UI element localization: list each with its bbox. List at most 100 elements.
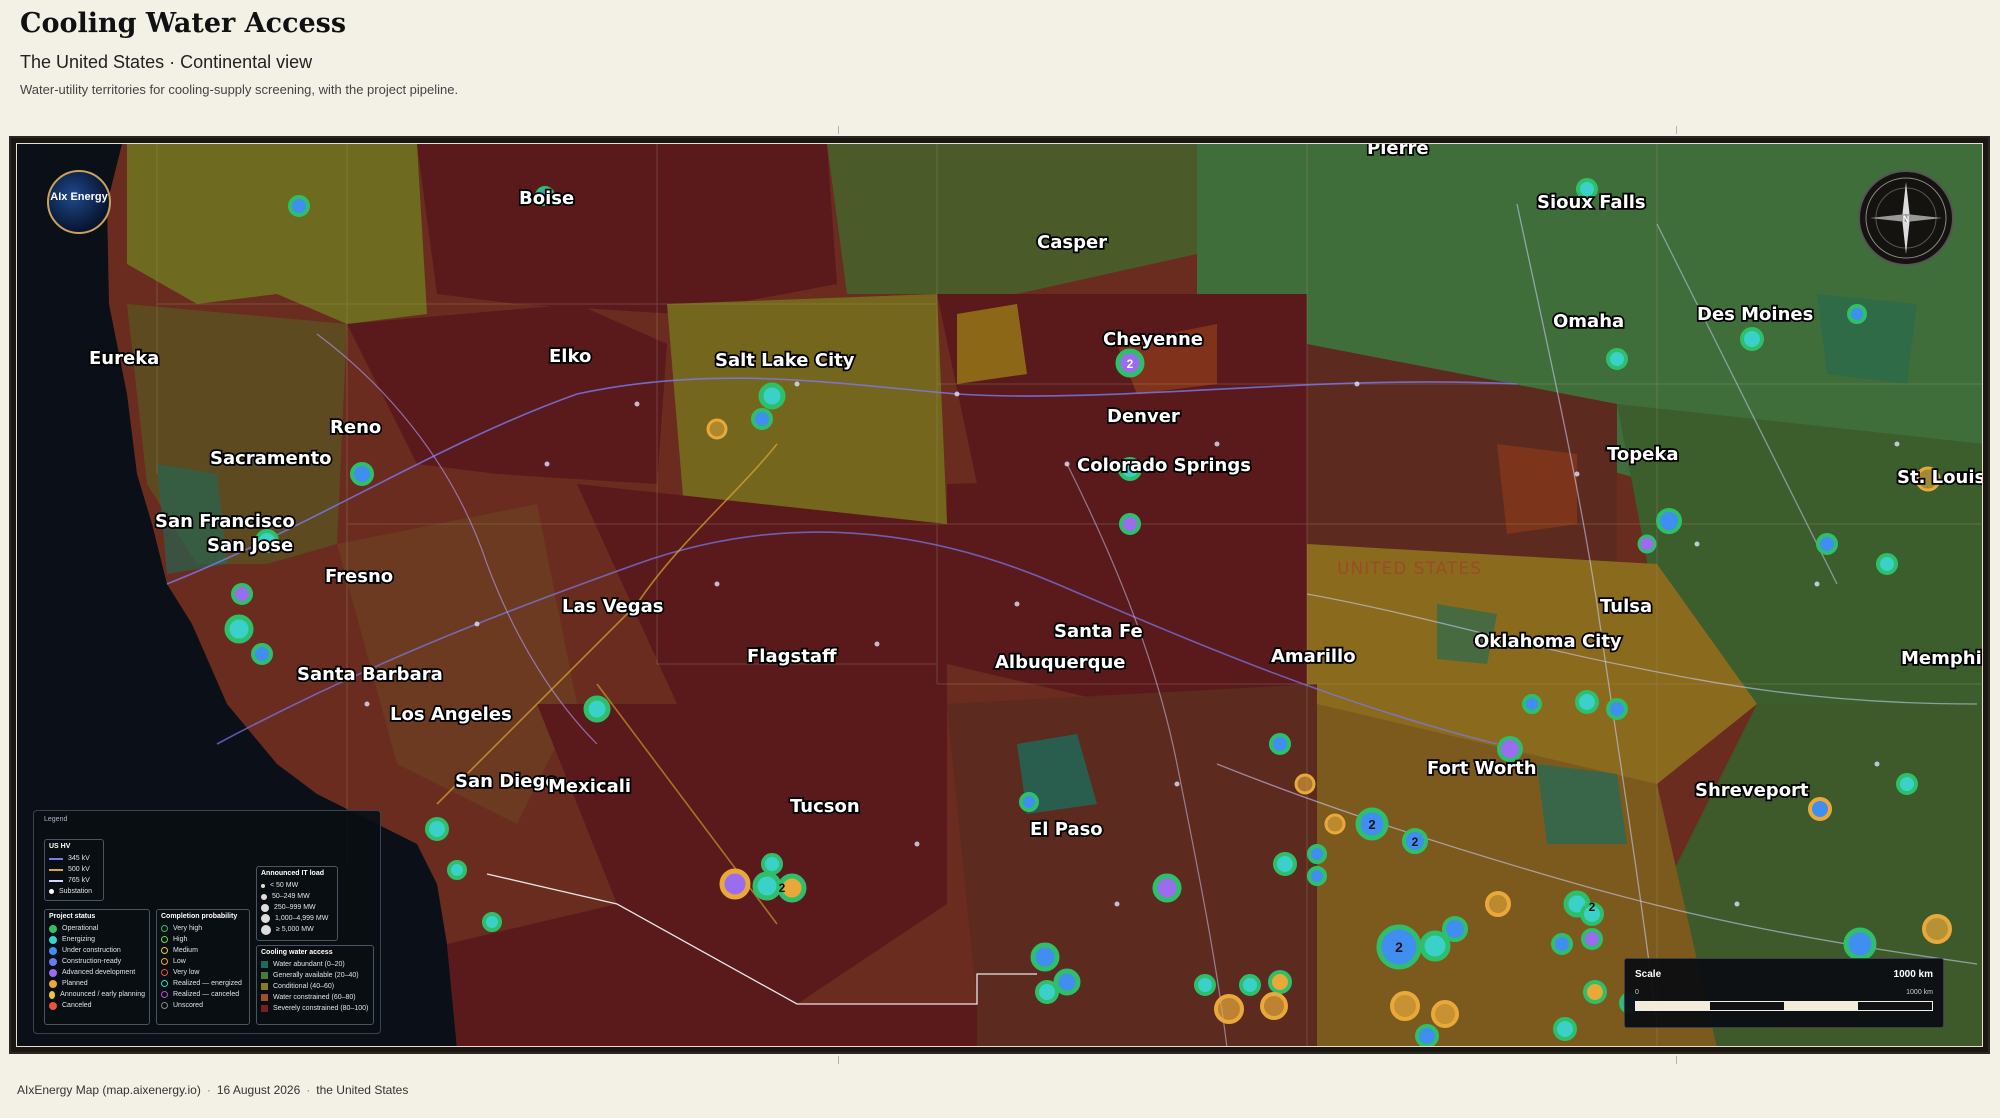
legend-row: Conditional (40–60) bbox=[261, 981, 369, 992]
city-label: Oklahoma City bbox=[1474, 631, 1622, 652]
frame-tick bbox=[838, 1056, 839, 1064]
project-marker bbox=[1324, 813, 1346, 835]
legend-row: Construction-ready bbox=[49, 956, 145, 967]
project-marker bbox=[231, 583, 253, 605]
project-marker bbox=[1268, 970, 1292, 994]
project-marker bbox=[1816, 533, 1838, 555]
legend-row: Generally available (20–40) bbox=[261, 970, 369, 981]
legend-row: 50–249 MW bbox=[261, 891, 333, 902]
city-label: Amarillo bbox=[1271, 646, 1356, 667]
project-marker bbox=[1019, 792, 1039, 812]
legend-hv: US HV 345 kV 500 kV 765 kV Substation bbox=[44, 839, 104, 901]
project-marker bbox=[1551, 933, 1573, 955]
cluster-count: 2 bbox=[779, 881, 786, 895]
legend-row: Water abundant (0–20) bbox=[261, 959, 369, 970]
city-label: Santa Fe bbox=[1054, 621, 1143, 642]
city-label: Des Moines bbox=[1697, 304, 1813, 325]
legend-row: Planned bbox=[49, 978, 145, 989]
compass[interactable]: N bbox=[1858, 170, 1954, 266]
legend-row: < 50 MW bbox=[261, 880, 333, 891]
legend-row: 345 kV bbox=[49, 853, 99, 864]
city-label: Sacramento bbox=[210, 448, 332, 469]
project-marker bbox=[1606, 348, 1628, 370]
project-marker bbox=[1581, 928, 1603, 950]
page-description: Water-utility territories for cooling-su… bbox=[20, 82, 459, 97]
project-marker bbox=[1269, 733, 1291, 755]
city-label: Tucson bbox=[790, 796, 860, 817]
city-label: Albuquerque bbox=[995, 652, 1126, 673]
city-label: Pierre bbox=[1367, 144, 1429, 159]
scale-max: 1000 km bbox=[1906, 989, 1933, 996]
city-label: Cheyenne bbox=[1103, 329, 1203, 350]
project-marker bbox=[1035, 980, 1059, 1004]
legend-status-title: Project status bbox=[49, 913, 96, 920]
project-marker bbox=[1740, 327, 1764, 351]
legend-row: Very high bbox=[161, 923, 245, 934]
project-marker bbox=[1442, 916, 1468, 942]
project-marker bbox=[251, 643, 273, 665]
project-marker bbox=[1239, 974, 1261, 996]
footer: AIxEnergy Map (map.aixenergy.io) · 16 Augu… bbox=[17, 1083, 409, 1097]
legend-water-title: Cooling water access bbox=[261, 949, 333, 956]
brand-logo[interactable]: AIx Energy bbox=[47, 170, 111, 234]
legend-row: Operational bbox=[49, 923, 145, 934]
city-label: El Paso bbox=[1030, 819, 1103, 840]
project-marker bbox=[447, 860, 467, 880]
legend-load: Announced IT load < 50 MW 50–249 MW 250–… bbox=[256, 866, 338, 941]
city-label: San Diego bbox=[455, 771, 558, 792]
project-marker bbox=[1583, 980, 1607, 1004]
project-marker bbox=[1575, 690, 1599, 714]
project-marker bbox=[482, 912, 502, 932]
legend-probability: Completion probability Very high High Me… bbox=[156, 909, 250, 1025]
map-viewport[interactable]: 2 2 2 2 2 2 UNITED STATES Pierre Boise S… bbox=[16, 143, 1983, 1047]
legend-row: ≥ 5,000 MW bbox=[261, 924, 333, 935]
project-marker bbox=[1637, 534, 1657, 554]
page-subtitle: The United States · Continental view bbox=[20, 52, 313, 72]
legend-row: 250–999 MW bbox=[261, 902, 333, 913]
footer-source: AIxEnergy Map (map.aixenergy.io) bbox=[17, 1083, 201, 1097]
project-marker bbox=[288, 195, 310, 217]
project-marker bbox=[1656, 508, 1682, 534]
city-label: Omaha bbox=[1553, 311, 1624, 332]
project-marker bbox=[1847, 304, 1867, 324]
project-marker bbox=[1030, 942, 1060, 972]
city-label: Colorado Springs bbox=[1077, 455, 1251, 476]
city-label: San Francisco bbox=[155, 511, 295, 532]
city-label: Sioux Falls bbox=[1537, 192, 1646, 213]
project-marker bbox=[719, 868, 751, 900]
project-marker bbox=[1053, 968, 1081, 996]
scale-title: Scale bbox=[1635, 969, 1662, 980]
project-marker bbox=[425, 817, 449, 841]
footer-region: the United States bbox=[316, 1083, 409, 1097]
scale-bar: Scale 1000 km 0 1000 km bbox=[1624, 958, 1944, 1028]
legend-status: Project status Operational Energizing Un… bbox=[44, 909, 150, 1025]
city-label: Memphis bbox=[1901, 648, 1983, 669]
compass-north-label: N bbox=[1903, 214, 1910, 224]
legend-panel: Legend US HV 345 kV 500 kV 765 kV Substa… bbox=[33, 810, 381, 1034]
legend-row: Energizing bbox=[49, 934, 145, 945]
cluster-count: 2 bbox=[1412, 835, 1419, 849]
map-frame: 2 2 2 2 2 2 UNITED STATES Pierre Boise S… bbox=[9, 136, 1990, 1054]
city-label: Tulsa bbox=[1600, 596, 1652, 617]
project-marker bbox=[224, 614, 254, 644]
project-marker bbox=[1260, 992, 1288, 1020]
project-marker bbox=[1415, 1024, 1439, 1046]
project-marker bbox=[1419, 930, 1451, 962]
city-label: Casper bbox=[1037, 232, 1107, 253]
legend-row: 765 kV bbox=[49, 875, 99, 886]
city-label: Boise bbox=[519, 188, 574, 209]
legend-row: 500 kV bbox=[49, 864, 99, 875]
city-label: Eureka bbox=[89, 348, 159, 369]
project-marker bbox=[1497, 736, 1523, 762]
legend-row: Realized — canceled bbox=[161, 989, 245, 1000]
city-label: Denver bbox=[1107, 406, 1180, 427]
city-label: Flagstaff bbox=[747, 646, 837, 667]
cluster-count: 2 bbox=[1127, 357, 1134, 371]
frame-tick bbox=[1676, 1056, 1677, 1064]
cluster-count: 2 bbox=[1368, 817, 1375, 832]
legend-row: Severely constrained (80–100) bbox=[261, 1003, 369, 1014]
legend-row: Low bbox=[161, 956, 245, 967]
legend-probability-title: Completion probability bbox=[161, 913, 238, 920]
legend-water: Cooling water access Water abundant (0–2… bbox=[256, 945, 374, 1025]
cluster-count: 2 bbox=[1395, 939, 1403, 955]
